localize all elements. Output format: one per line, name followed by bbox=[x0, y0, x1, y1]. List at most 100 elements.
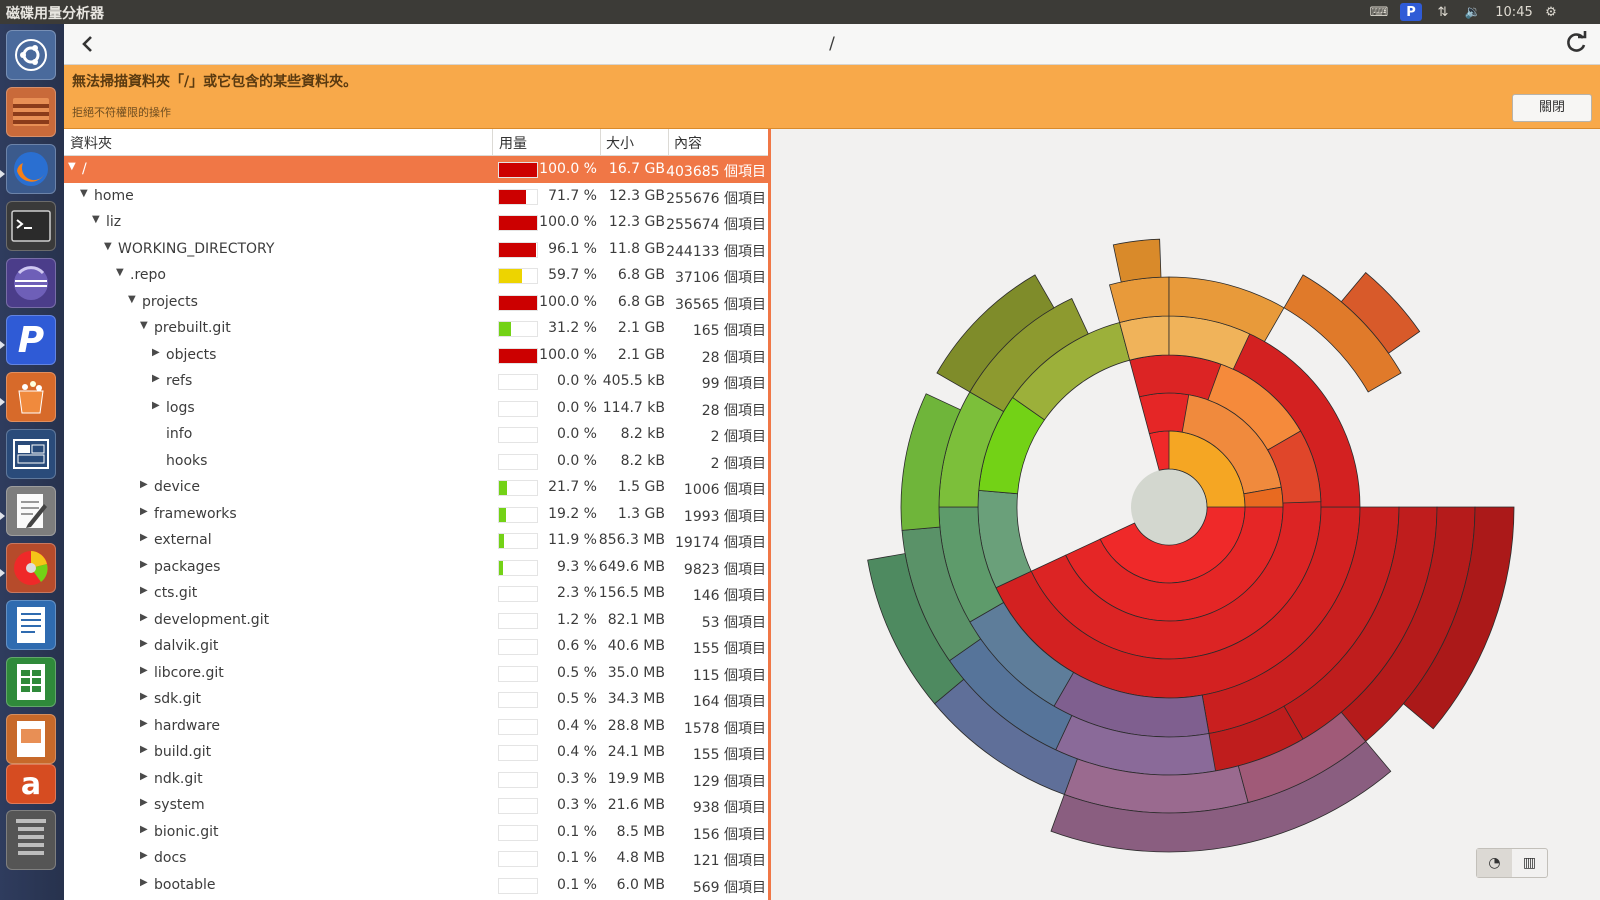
expander-open-icon[interactable]: ▼ bbox=[68, 161, 76, 172]
running-indicator bbox=[0, 341, 5, 349]
text-editor-icon[interactable] bbox=[6, 486, 56, 536]
folder-name: projects bbox=[142, 293, 198, 310]
expander-closed-icon[interactable]: ▶ bbox=[152, 400, 160, 411]
pidgin-indicator-icon[interactable]: P bbox=[1400, 3, 1422, 21]
usage-bar bbox=[498, 321, 538, 337]
treemap-view-button[interactable]: ▥ bbox=[1512, 849, 1547, 877]
expander-closed-icon[interactable]: ▶ bbox=[140, 638, 148, 649]
volume-icon[interactable]: 🔉 bbox=[1462, 3, 1484, 21]
expander-closed-icon[interactable]: ▶ bbox=[140, 824, 148, 835]
expander-closed-icon[interactable]: ▶ bbox=[140, 850, 148, 861]
pidgin-icon[interactable]: P bbox=[6, 315, 56, 365]
table-row[interactable]: ▼ home 71.7 % 12.3 GB 255676 個項目 bbox=[64, 183, 768, 210]
reload-button[interactable] bbox=[1562, 30, 1590, 58]
software-center-icon[interactable] bbox=[6, 372, 56, 422]
column-header-folder[interactable]: 資料夾 bbox=[70, 133, 112, 153]
column-header-size[interactable]: 大小 bbox=[606, 133, 634, 153]
expander-closed-icon[interactable]: ▶ bbox=[152, 347, 160, 358]
close-button[interactable]: 關閉 bbox=[1512, 94, 1592, 122]
table-row[interactable]: ▼ .repo 59.7 % 6.8 GB 37106 個項目 bbox=[64, 262, 768, 289]
table-row[interactable]: ▶ packages 9.3 % 649.6 MB 9823 個項目 bbox=[64, 554, 768, 581]
terminal-icon[interactable] bbox=[6, 201, 56, 251]
network-icon[interactable]: ⇅ bbox=[1432, 3, 1454, 21]
table-row[interactable]: ▶ sdk.git 0.5 % 34.3 MB 164 個項目 bbox=[64, 686, 768, 713]
eclipse-icon[interactable] bbox=[6, 258, 56, 308]
folder-size: 21.6 MB bbox=[607, 797, 665, 813]
table-row[interactable]: ▼ WORKING_DIRECTORY 96.1 % 11.8 GB 244133 個項… bbox=[64, 236, 768, 263]
expander-closed-icon[interactable]: ▶ bbox=[140, 532, 148, 543]
expander-closed-icon[interactable]: ▶ bbox=[140, 506, 148, 517]
ring-chart-view-button[interactable]: ◔ bbox=[1477, 849, 1512, 877]
calc-icon[interactable] bbox=[6, 657, 56, 707]
table-row[interactable]: ▶ hardware 0.4 % 28.8 MB 1578 個項目 bbox=[64, 713, 768, 740]
impress-icon[interactable] bbox=[6, 714, 56, 764]
session-gear-icon[interactable]: ⚙ bbox=[1540, 3, 1562, 21]
expander-closed-icon[interactable]: ▶ bbox=[140, 797, 148, 808]
expander-open-icon[interactable]: ▼ bbox=[116, 267, 124, 278]
column-header-usage[interactable]: 用量 bbox=[499, 133, 527, 153]
expander-open-icon[interactable]: ▼ bbox=[140, 320, 148, 331]
writer-icon[interactable] bbox=[6, 600, 56, 650]
expander-open-icon[interactable]: ▼ bbox=[128, 294, 136, 305]
table-row[interactable]: ▶ logs 0.0 % 114.7 kB 28 個項目 bbox=[64, 395, 768, 422]
usage-bar bbox=[498, 692, 538, 708]
amazon-icon[interactable]: a bbox=[6, 764, 56, 804]
files-icon[interactable] bbox=[6, 87, 56, 137]
table-row[interactable]: ▶ libcore.git 0.5 % 35.0 MB 115 個項目 bbox=[64, 660, 768, 687]
usage-bar-fill bbox=[499, 560, 503, 575]
expander-closed-icon[interactable]: ▶ bbox=[152, 373, 160, 384]
table-row[interactable]: ▶ objects 100.0 % 2.1 GB 28 個項目 bbox=[64, 342, 768, 369]
table-row[interactable]: ▶ ndk.git 0.3 % 19.9 MB 129 個項目 bbox=[64, 766, 768, 793]
table-row[interactable]: ▼ prebuilt.git 31.2 % 2.1 GB 165 個項目 bbox=[64, 315, 768, 342]
expander-closed-icon[interactable]: ▶ bbox=[140, 771, 148, 782]
ring-chart[interactable] bbox=[771, 128, 1600, 900]
table-row[interactable]: ▼ liz 100.0 % 12.3 GB 255674 個項目 bbox=[64, 209, 768, 236]
running-indicator bbox=[0, 569, 5, 577]
table-row[interactable]: ▶ device 21.7 % 1.5 GB 1006 個項目 bbox=[64, 474, 768, 501]
column-header-contents[interactable]: 內容 bbox=[674, 133, 702, 153]
item-count: 165 個項目 bbox=[692, 323, 766, 339]
expander-open-icon[interactable]: ▼ bbox=[80, 188, 88, 199]
usage-percent: 0.0 % bbox=[556, 426, 597, 442]
disk-usage-icon[interactable] bbox=[6, 543, 56, 593]
table-row[interactable]: ▶ external 11.9 % 856.3 MB 19174 個項目 bbox=[64, 527, 768, 554]
keyboard-icon[interactable]: ⌨ bbox=[1368, 3, 1390, 21]
table-row[interactable]: info 0.0 % 8.2 kB 2 個項目 bbox=[64, 421, 768, 448]
expander-closed-icon[interactable]: ▶ bbox=[140, 559, 148, 570]
folder-name: objects bbox=[166, 346, 217, 363]
usage-bar bbox=[498, 559, 538, 576]
expander-closed-icon[interactable]: ▶ bbox=[140, 691, 148, 702]
table-row[interactable]: ▶ bionic.git 0.1 % 8.5 MB 156 個項目 bbox=[64, 819, 768, 846]
table-row[interactable]: ▼ / 100.0 % 16.7 GB 403685 個項目 bbox=[64, 156, 768, 183]
table-row[interactable]: ▶ docs 0.1 % 4.8 MB 121 個項目 bbox=[64, 845, 768, 872]
ubuntu-logo-icon[interactable] bbox=[6, 30, 56, 80]
expander-closed-icon[interactable]: ▶ bbox=[140, 585, 148, 596]
ring-segment[interactable] bbox=[1112, 238, 1162, 283]
expander-closed-icon[interactable]: ▶ bbox=[140, 744, 148, 755]
trash-icon[interactable] bbox=[6, 810, 56, 870]
clock[interactable]: 10:45 bbox=[1494, 3, 1534, 21]
expander-closed-icon[interactable]: ▶ bbox=[140, 665, 148, 676]
firefox-icon[interactable] bbox=[6, 144, 56, 194]
table-row[interactable]: ▶ dalvik.git 0.6 % 40.6 MB 155 個項目 bbox=[64, 633, 768, 660]
table-row[interactable]: ▼ projects 100.0 % 6.8 GB 36565 個項目 bbox=[64, 289, 768, 316]
ring-segment[interactable] bbox=[1108, 276, 1170, 323]
expander-closed-icon[interactable]: ▶ bbox=[140, 612, 148, 623]
expander-open-icon[interactable]: ▼ bbox=[104, 241, 112, 252]
expander-closed-icon[interactable]: ▶ bbox=[140, 718, 148, 729]
usage-bar bbox=[498, 745, 538, 761]
expander-closed-icon[interactable]: ▶ bbox=[140, 479, 148, 490]
table-row[interactable]: ▶ cts.git 2.3 % 156.5 MB 146 個項目 bbox=[64, 580, 768, 607]
table-row[interactable]: ▶ refs 0.0 % 405.5 kB 99 個項目 bbox=[64, 368, 768, 395]
folder-name: WORKING_DIRECTORY bbox=[118, 240, 275, 257]
table-row[interactable]: hooks 0.0 % 8.2 kB 2 個項目 bbox=[64, 448, 768, 475]
expander-closed-icon[interactable]: ▶ bbox=[140, 877, 148, 888]
expander-open-icon[interactable]: ▼ bbox=[92, 214, 100, 225]
table-row[interactable]: ▶ system 0.3 % 21.6 MB 938 個項目 bbox=[64, 792, 768, 819]
table-row[interactable]: ▶ development.git 1.2 % 82.1 MB 53 個項目 bbox=[64, 607, 768, 634]
table-row[interactable]: ▶ build.git 0.4 % 24.1 MB 155 個項目 bbox=[64, 739, 768, 766]
table-row[interactable]: ▶ bootable 0.1 % 6.0 MB 569 個項目 bbox=[64, 872, 768, 899]
folder-size: 8.5 MB bbox=[616, 823, 665, 840]
table-row[interactable]: ▶ frameworks 19.2 % 1.3 GB 1993 個項目 bbox=[64, 501, 768, 528]
workspace-icon[interactable] bbox=[6, 429, 56, 479]
